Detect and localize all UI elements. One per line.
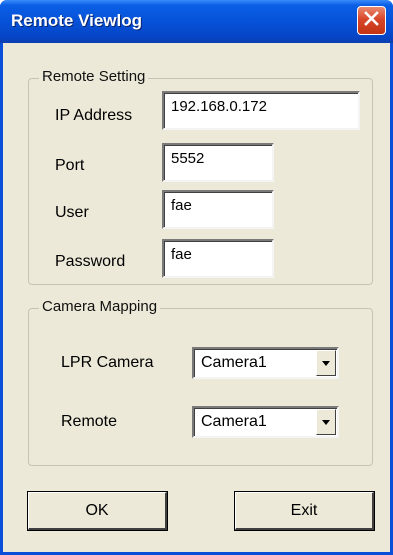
chevron-down-icon	[322, 360, 330, 366]
user-label: User	[55, 204, 89, 221]
password-label: Password	[55, 253, 126, 270]
lpr-camera-value: Camera1	[201, 354, 267, 371]
remote-camera-value: Camera1	[201, 413, 267, 430]
ip-address-label: IP Address	[55, 107, 133, 124]
lpr-camera-dropdown-button[interactable]	[316, 350, 336, 376]
close-icon	[364, 10, 379, 31]
password-field[interactable]: fae	[162, 239, 274, 278]
remote-viewlog-dialog: Remote Viewlog Remote Setting IP Address…	[0, 0, 393, 555]
remote-camera-select[interactable]: Camera1	[192, 406, 339, 438]
camera-mapping-title: Camera Mapping	[39, 298, 161, 315]
ok-button[interactable]: OK	[27, 491, 168, 531]
exit-button[interactable]: Exit	[234, 491, 375, 531]
camera-mapping-group: Camera Mapping	[28, 298, 373, 466]
ip-address-field[interactable]: 192.168.0.172	[162, 91, 360, 130]
close-button[interactable]	[357, 6, 386, 35]
remote-camera-dropdown-button[interactable]	[316, 409, 336, 435]
port-label: Port	[55, 157, 85, 174]
lpr-camera-label: LPR Camera	[61, 354, 154, 371]
chevron-down-icon	[322, 419, 330, 425]
remote-label: Remote	[61, 413, 118, 430]
lpr-camera-select[interactable]: Camera1	[192, 347, 339, 379]
user-field[interactable]: fae	[162, 190, 274, 229]
remote-setting-title: Remote Setting	[39, 68, 149, 85]
port-field[interactable]: 5552	[162, 143, 274, 182]
title-bar[interactable]: Remote Viewlog	[0, 0, 393, 43]
window-title: Remote Viewlog	[11, 11, 142, 30]
